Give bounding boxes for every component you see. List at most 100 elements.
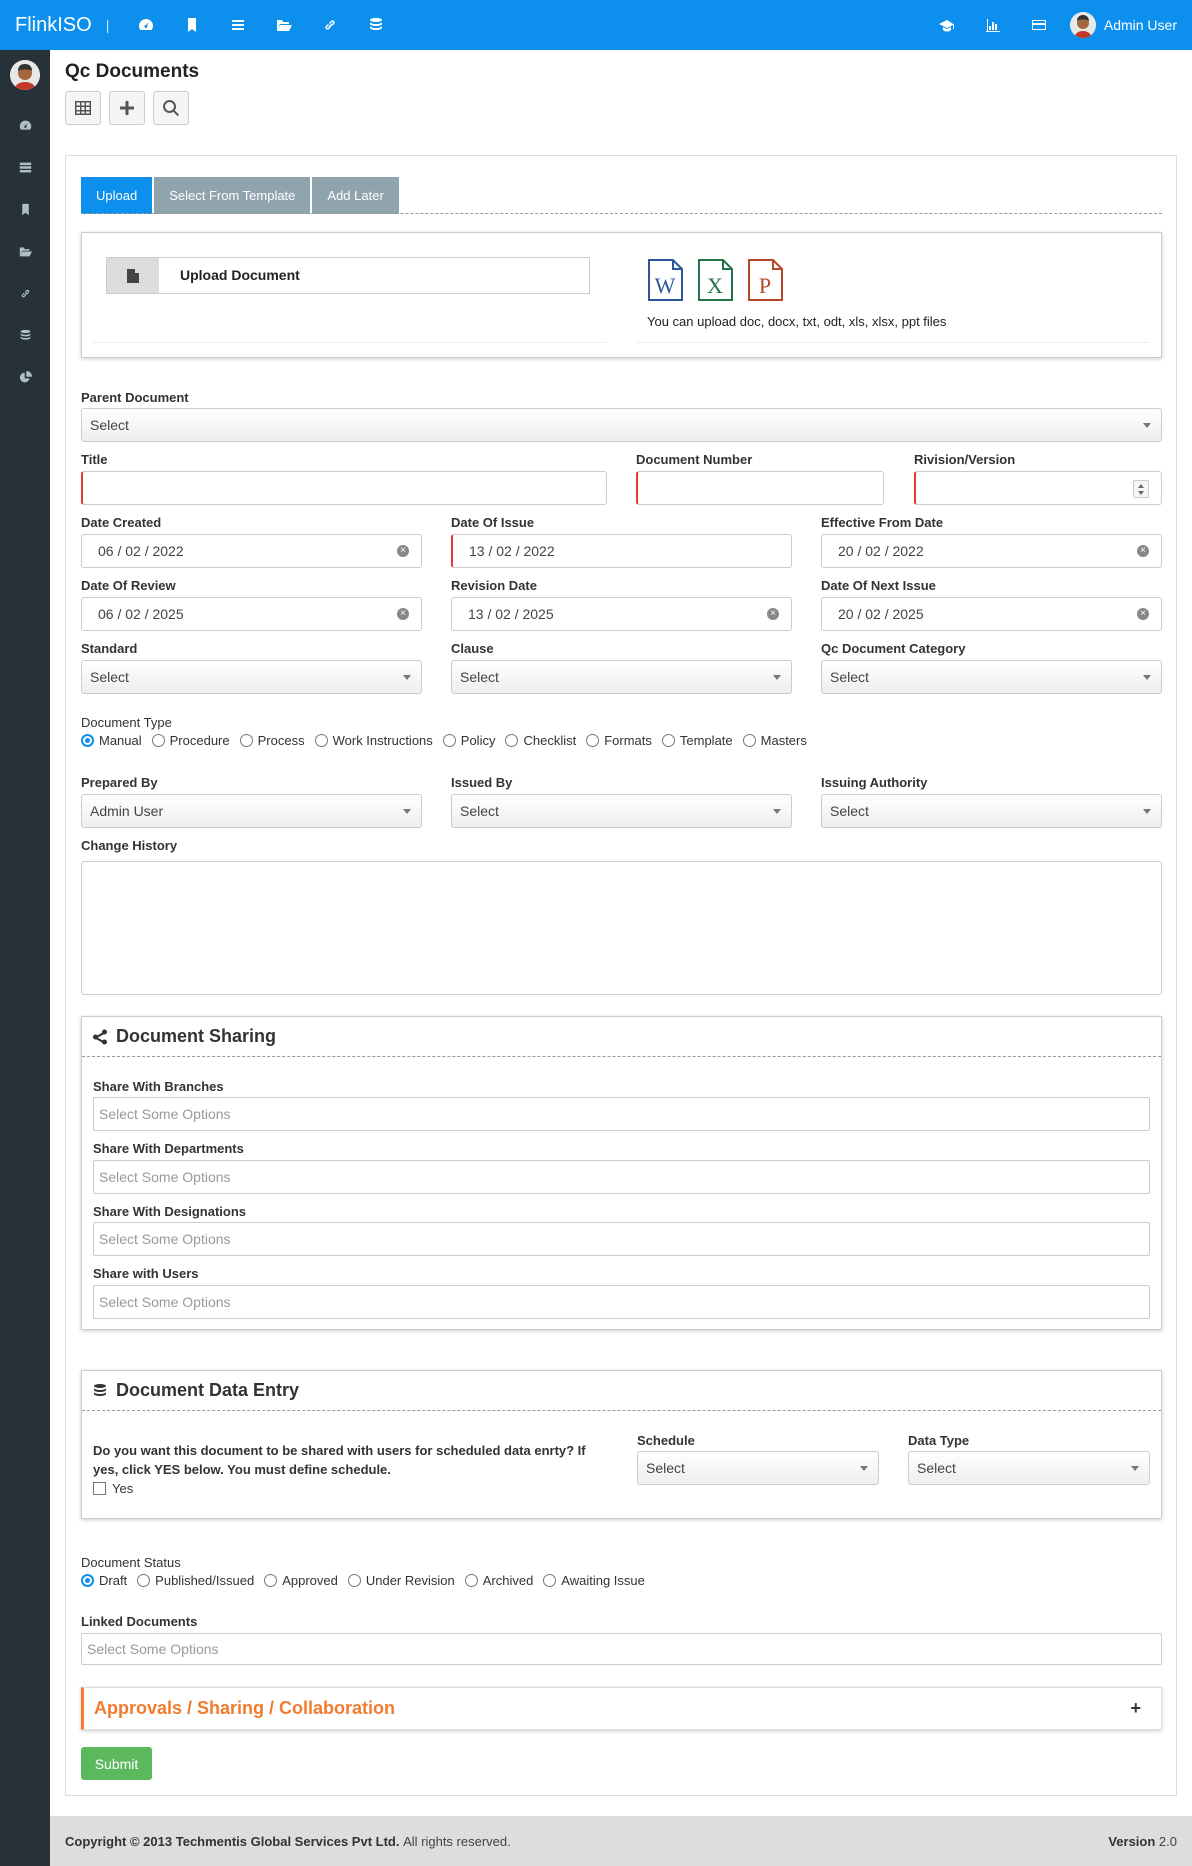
date-created-label: Date Created — [81, 515, 162, 530]
document-data-entry-title: Document Data Entry — [116, 1380, 300, 1400]
radio-under-revision[interactable]: Under Revision — [347, 1573, 455, 1588]
radio-policy[interactable]: Policy — [442, 733, 495, 748]
clear-icon[interactable]: × — [767, 608, 779, 620]
brand-logo[interactable]: FlinkISO — [0, 14, 106, 37]
powerpoint-file-icon: P — [748, 259, 783, 301]
document-number-input[interactable] — [636, 471, 884, 505]
number-spinner-icon[interactable] — [1133, 480, 1149, 498]
radio-work-instructions[interactable]: Work Instructions — [314, 733, 433, 748]
share-users-input[interactable]: Select Some Options — [93, 1285, 1150, 1319]
graduation-cap-icon[interactable] — [924, 0, 970, 50]
standard-select[interactable]: Select — [81, 660, 422, 694]
sidebar-pie-chart-icon[interactable] — [0, 356, 50, 398]
plus-icon[interactable]: + — [1130, 1698, 1141, 1719]
radio-published-issued[interactable]: Published/Issued — [137, 1573, 254, 1588]
date-of-next-issue-input[interactable]: 20 / 02 / 2025 × — [821, 597, 1162, 631]
tab-select-from-template[interactable]: Select From Template — [154, 177, 311, 214]
sidebar-avatar[interactable] — [10, 60, 40, 90]
radio-procedure[interactable]: Procedure — [151, 733, 230, 748]
table-view-button[interactable] — [65, 91, 101, 125]
change-history-textarea[interactable] — [81, 861, 1162, 995]
issued-by-select[interactable]: Select — [451, 794, 792, 828]
sidebar-dashboard-icon[interactable] — [0, 104, 50, 146]
sidebar-folder-open-icon[interactable] — [0, 230, 50, 272]
radio-approved[interactable]: Approved — [264, 1573, 338, 1588]
title-input[interactable] — [81, 471, 607, 505]
radio-checklist[interactable]: Checklist — [505, 733, 576, 748]
approvals-title: Approvals / Sharing / Collaboration — [94, 1698, 396, 1718]
dashboard-icon[interactable] — [123, 0, 169, 50]
upload-info: W X P You can upload doc, docx, txt, odt… — [637, 243, 1149, 343]
radio-manual[interactable]: Manual — [81, 733, 142, 748]
title-label: Title — [81, 452, 108, 467]
database-icon[interactable] — [353, 0, 399, 50]
user-menu[interactable]: Admin User — [1062, 12, 1192, 38]
approvals-collapsible[interactable]: Approvals / Sharing / Collaboration + — [81, 1687, 1162, 1730]
chevron-down-icon — [773, 675, 781, 680]
radio-formats[interactable]: Formats — [586, 733, 652, 748]
bookmark-icon[interactable] — [169, 0, 215, 50]
radio-masters[interactable]: Masters — [742, 733, 807, 748]
credit-card-icon[interactable] — [1016, 0, 1062, 50]
issued-by-label: Issued By — [451, 775, 513, 790]
share-branches-input[interactable]: Select Some Options — [93, 1097, 1150, 1131]
chevron-down-icon — [403, 675, 411, 680]
date-of-issue-input[interactable]: 13 / 02 / 2022 — [451, 534, 792, 568]
prepared-by-label: Prepared By — [81, 775, 158, 790]
document-type-label: Document Type — [81, 715, 172, 730]
yes-checkbox[interactable]: Yes — [93, 1481, 133, 1496]
issuing-authority-select[interactable]: Select — [821, 794, 1162, 828]
document-type-radios: Manual Procedure Process Work Instructio… — [81, 733, 817, 748]
upload-document-button[interactable]: Upload Document — [106, 257, 590, 294]
upload-box: Upload Document W X P You can upload doc… — [81, 232, 1162, 358]
share-branches-label: Share With Branches — [93, 1079, 224, 1094]
effective-from-date-input[interactable]: 20 / 02 / 2022 × — [821, 534, 1162, 568]
document-data-entry-header: Document Data Entry — [82, 1371, 1161, 1411]
clear-icon[interactable]: × — [1137, 545, 1149, 557]
clear-icon[interactable]: × — [397, 545, 409, 557]
linked-documents-label: Linked Documents — [81, 1614, 198, 1629]
submit-button[interactable]: Submit — [81, 1747, 152, 1780]
radio-process[interactable]: Process — [239, 733, 305, 748]
date-created-input[interactable]: 06 / 02 / 2022 × — [81, 534, 422, 568]
sidebar-database-icon[interactable] — [0, 314, 50, 356]
clear-icon[interactable]: × — [1137, 608, 1149, 620]
form-panel: Upload Select From Template Add Later Up… — [65, 155, 1177, 1796]
search-button[interactable] — [153, 91, 189, 125]
share-departments-input[interactable]: Select Some Options — [93, 1160, 1150, 1194]
clear-icon[interactable]: × — [397, 608, 409, 620]
add-button[interactable] — [109, 91, 145, 125]
upload-tabs: Upload Select From Template Add Later — [81, 177, 401, 214]
radio-awaiting-issue[interactable]: Awaiting Issue — [543, 1573, 645, 1588]
folder-open-icon[interactable] — [261, 0, 307, 50]
data-type-select[interactable]: Select — [908, 1451, 1150, 1485]
bar-chart-icon[interactable] — [970, 0, 1016, 50]
document-data-entry-section: Document Data Entry Do you want this doc… — [81, 1370, 1162, 1519]
schedule-select[interactable]: Select — [637, 1451, 879, 1485]
sidebar-server-icon[interactable] — [0, 146, 50, 188]
revision-version-input[interactable] — [914, 471, 1162, 505]
category-select[interactable]: Select — [821, 660, 1162, 694]
document-status-label: Document Status — [81, 1555, 181, 1570]
radio-template[interactable]: Template — [661, 733, 733, 748]
chevron-down-icon — [860, 1466, 868, 1471]
link-icon[interactable] — [307, 0, 353, 50]
share-users-label: Share with Users — [93, 1266, 199, 1281]
document-sharing-section: Document Sharing Share With Branches Sel… — [81, 1016, 1162, 1330]
prepared-by-select[interactable]: Admin User — [81, 794, 422, 828]
date-of-next-issue-label: Date Of Next Issue — [821, 578, 936, 593]
clause-select[interactable]: Select — [451, 660, 792, 694]
radio-archived[interactable]: Archived — [464, 1573, 533, 1588]
parent-document-select[interactable]: Select — [81, 408, 1162, 442]
sidebar-bookmark-icon[interactable] — [0, 188, 50, 230]
checkbox[interactable] — [93, 1482, 106, 1495]
share-designations-input[interactable]: Select Some Options — [93, 1222, 1150, 1256]
tab-add-later[interactable]: Add Later — [312, 177, 399, 214]
sidebar-link-icon[interactable] — [0, 272, 50, 314]
revision-date-input[interactable]: 13 / 02 / 2025 × — [451, 597, 792, 631]
tab-upload[interactable]: Upload — [81, 177, 153, 214]
radio-draft[interactable]: Draft — [81, 1573, 127, 1588]
linked-documents-input[interactable]: Select Some Options — [81, 1633, 1162, 1665]
list-icon[interactable] — [215, 0, 261, 50]
date-of-review-input[interactable]: 06 / 02 / 2025 × — [81, 597, 422, 631]
